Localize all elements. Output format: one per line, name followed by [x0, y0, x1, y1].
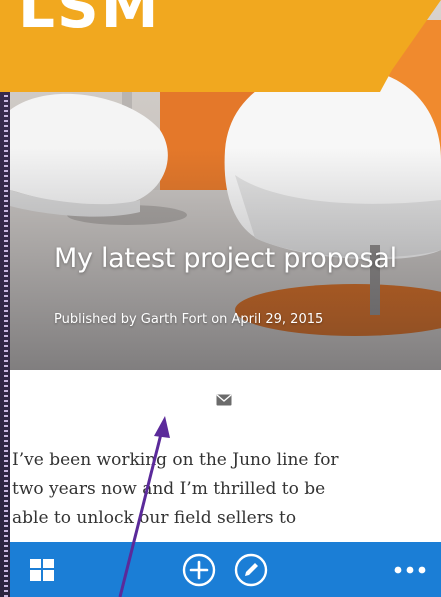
- mail-icon[interactable]: [216, 394, 232, 406]
- top-banner: LSM: [0, 0, 441, 92]
- more-button[interactable]: [392, 552, 428, 588]
- article-body-line: able to unlock our field sellers to: [12, 508, 297, 528]
- article-body-line: I’ve been working on the Juno line for: [12, 450, 339, 470]
- edit-button[interactable]: [233, 552, 269, 588]
- article-body: I’ve been working on the Juno line for t…: [10, 446, 437, 533]
- screenshot-stage: My latest project proposal Published by …: [0, 0, 441, 597]
- article-title: My latest project proposal: [54, 243, 397, 274]
- more-icon: [394, 566, 426, 574]
- home-icon: [30, 559, 54, 581]
- add-button[interactable]: [181, 552, 217, 588]
- home-button[interactable]: [24, 552, 60, 588]
- app-bar: [10, 542, 441, 597]
- edit-icon: [234, 553, 268, 587]
- add-icon: [182, 553, 216, 587]
- article-body-line: two years now and I’m thrilled to be: [12, 479, 326, 499]
- banner-text: LSM: [18, 0, 161, 41]
- article-byline: Published by Garth Fort on April 29, 201…: [54, 312, 324, 327]
